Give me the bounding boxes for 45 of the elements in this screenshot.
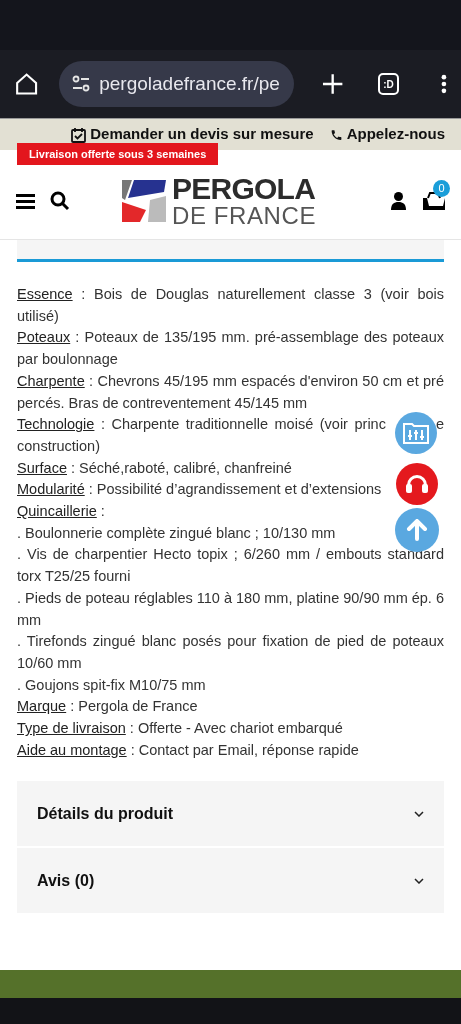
- configurator-button[interactable]: [395, 412, 437, 454]
- home-icon[interactable]: [14, 71, 40, 97]
- tab-switcher-button[interactable]: :D: [377, 73, 400, 95]
- logo-subtitle: DE FRANCE: [172, 203, 317, 228]
- quote-link[interactable]: Demander un devis sur mesure: [90, 123, 314, 146]
- chevron-down-icon: [414, 877, 424, 884]
- spec-line: Aide au montage : Contact par Email, réponse rapide: [17, 740, 359, 760]
- account-icon[interactable]: [391, 191, 406, 210]
- more-options-icon[interactable]: [441, 74, 447, 94]
- logo-mark-icon: [122, 179, 166, 222]
- spec-line-continuation: construction): [17, 436, 100, 456]
- accordion-header[interactable]: Détails du produit: [17, 781, 444, 847]
- hardware-line: . Pieds de poteau réglables 110 à 180 mm, platine 90/90 mm ép. 6 mm: [17, 588, 444, 630]
- search-icon[interactable]: [50, 190, 70, 211]
- accordion-header[interactable]: Avis (0): [17, 848, 444, 914]
- site-logo[interactable]: PERGOLA DE FRANCE: [122, 173, 317, 228]
- spec-text-fragment: e: [435, 415, 444, 435]
- logo-title: PERGOLA: [172, 173, 317, 204]
- call-link[interactable]: Appelez-nous: [346, 123, 445, 146]
- cart-count-badge: 0: [433, 179, 450, 197]
- cart-icon[interactable]: [423, 191, 445, 210]
- new-tab-icon[interactable]: [322, 73, 344, 95]
- menu-icon[interactable]: [16, 192, 35, 209]
- hardware-line: . Goujons spit-fix M10/75 mm: [17, 675, 206, 695]
- support-button[interactable]: [396, 463, 438, 505]
- hardware-line: . Boulonnerie complète zingué blanc ; 10/130 mm: [17, 523, 336, 543]
- sliders-folder-icon: [403, 422, 429, 444]
- spec-line: Marque : Pergola de France: [17, 697, 198, 717]
- address-bar[interactable]: pergoladefrance.fr/pe: [59, 61, 295, 107]
- site-settings-icon: [71, 75, 92, 93]
- calendar-check-icon: [71, 126, 87, 143]
- spec-line: Modularité : Possibilité d’agrandissement et d’extensions: [17, 480, 382, 500]
- spec-line: Technologie : Charpente traditionnelle moisé (voir princ: [17, 415, 386, 435]
- arrow-up-icon: [406, 519, 428, 541]
- hardware-line: . Vis de charpentier Hecto topix ; 6/260 mm / embouts standard torx T25/25 fourni: [17, 545, 444, 587]
- spec-line: Surface : Séché,raboté, calibré, chanfreiné: [17, 458, 292, 478]
- chevron-down-icon: [414, 810, 424, 817]
- hardware-line: . Tirefonds zingué blanc posés pour fixation de pied de poteaux 10/60 mm: [17, 632, 444, 673]
- phone-icon: [329, 127, 343, 142]
- spec-line: Quincaillerie :: [17, 502, 105, 522]
- spec-line: Type de livraison : Offerte - Avec chariot embarqué: [17, 719, 343, 739]
- promo-badge: Livraison offerte sous 3 semaines: [17, 143, 219, 165]
- url-text: pergoladefrance.fr/pe: [99, 71, 280, 96]
- spec-line: Poteaux : Poteaux de 135/195 mm. pré-assemblage des poteaux par boulonnage: [17, 328, 444, 370]
- spec-line: Essence : Bois de Douglas naturellement classe 3 (voir bois utilisé): [17, 285, 444, 326]
